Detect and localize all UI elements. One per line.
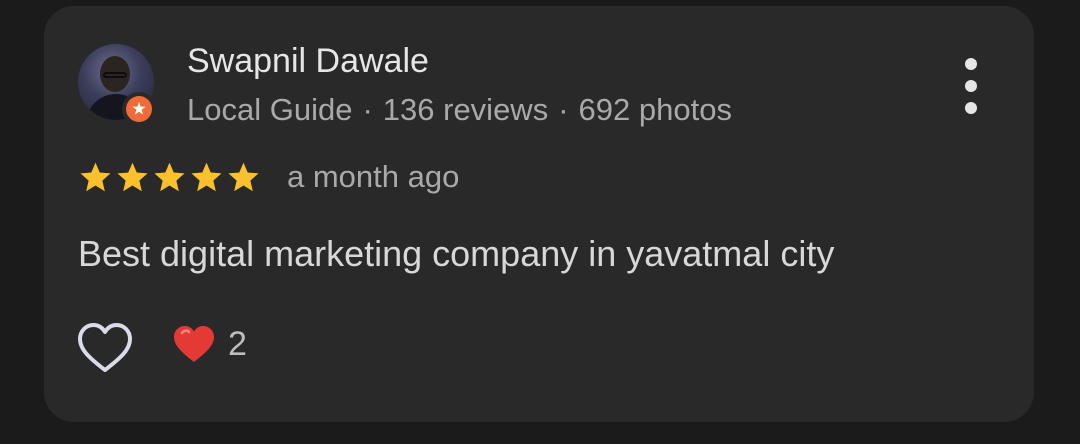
local-guide-badge-icon: [122, 92, 156, 126]
star-icon: [80, 162, 111, 192]
reviews-count: 136 reviews: [382, 92, 549, 127]
review-card: Swapnil Dawale Local Guide · 136 reviews · 6…: [44, 6, 1034, 422]
star-icon: [228, 162, 259, 192]
heart-outline-icon: [78, 323, 132, 372]
review-time: a month ago: [287, 159, 460, 194]
more-vert-icon[interactable]: [956, 58, 986, 114]
star-icon: [191, 162, 222, 192]
reviewer-level: Local Guide: [187, 92, 353, 127]
meta-separator: ·: [362, 92, 373, 127]
reviewer-name[interactable]: Swapnil Dawale: [187, 42, 429, 81]
red-heart-icon: [174, 326, 214, 362]
review-text: Best digital marketing company in yavatm…: [78, 233, 835, 274]
meta-separator: ·: [558, 92, 569, 127]
like-button[interactable]: [76, 321, 134, 375]
reaction-chip[interactable]: 2: [172, 324, 247, 364]
avatar-glasses: [103, 72, 127, 78]
star-rating: [78, 160, 261, 195]
star-icon: [154, 162, 185, 192]
reviewer-meta: Local Guide · 136 reviews · 692 photos: [187, 92, 732, 128]
star-icon: [117, 162, 148, 192]
photos-count: 692 photos: [578, 92, 732, 127]
reaction-count: 2: [228, 324, 247, 363]
